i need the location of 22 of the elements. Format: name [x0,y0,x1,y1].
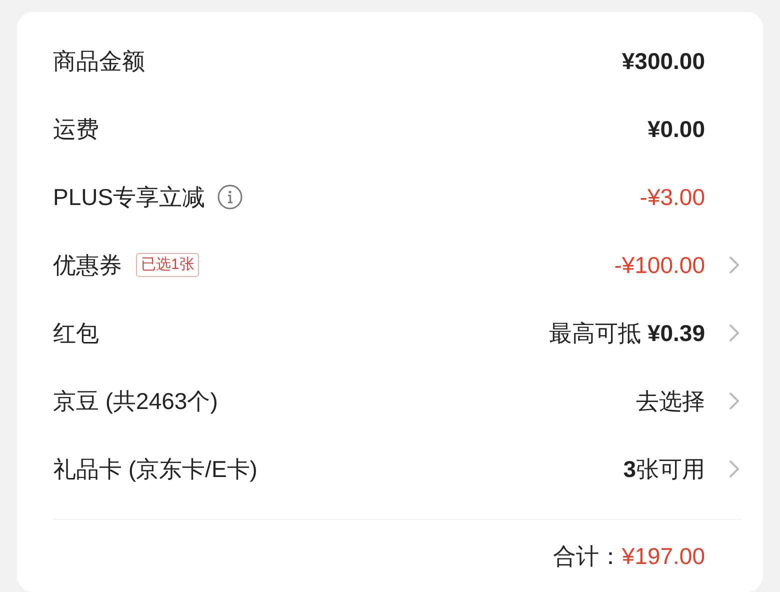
selected-tag: 已选1张 [136,253,200,277]
total-label: 合计： [552,542,622,571]
info-icon[interactable] [217,184,244,210]
chevron-right-icon[interactable] [727,322,741,344]
row-value: -¥3.00 [640,182,705,212]
row-label: PLUS专享立减 [53,182,206,212]
row-label: 商品金额 [53,46,145,76]
row-value: 去选择 [636,386,705,416]
total-amount: ¥197.00 [622,542,705,571]
row-label: 京豆 (共2463个) [53,386,218,416]
row-label: 红包 [53,318,99,348]
chevron-right-icon[interactable] [727,254,741,276]
row-value: 最高可抵 ¥0.39 [549,318,705,348]
chevron-right-icon[interactable] [727,458,741,480]
row-value: -¥100.00 [614,250,705,280]
row-value: ¥0.00 [647,114,705,144]
row-label: 优惠券 [53,250,122,280]
row-value: ¥300.00 [622,46,705,76]
row-label: 礼品卡 (京东卡/E卡) [53,454,258,484]
row-value: 3张可用 [623,454,705,484]
row-label: 运费 [53,114,99,144]
chevron-right-icon[interactable] [727,390,741,412]
